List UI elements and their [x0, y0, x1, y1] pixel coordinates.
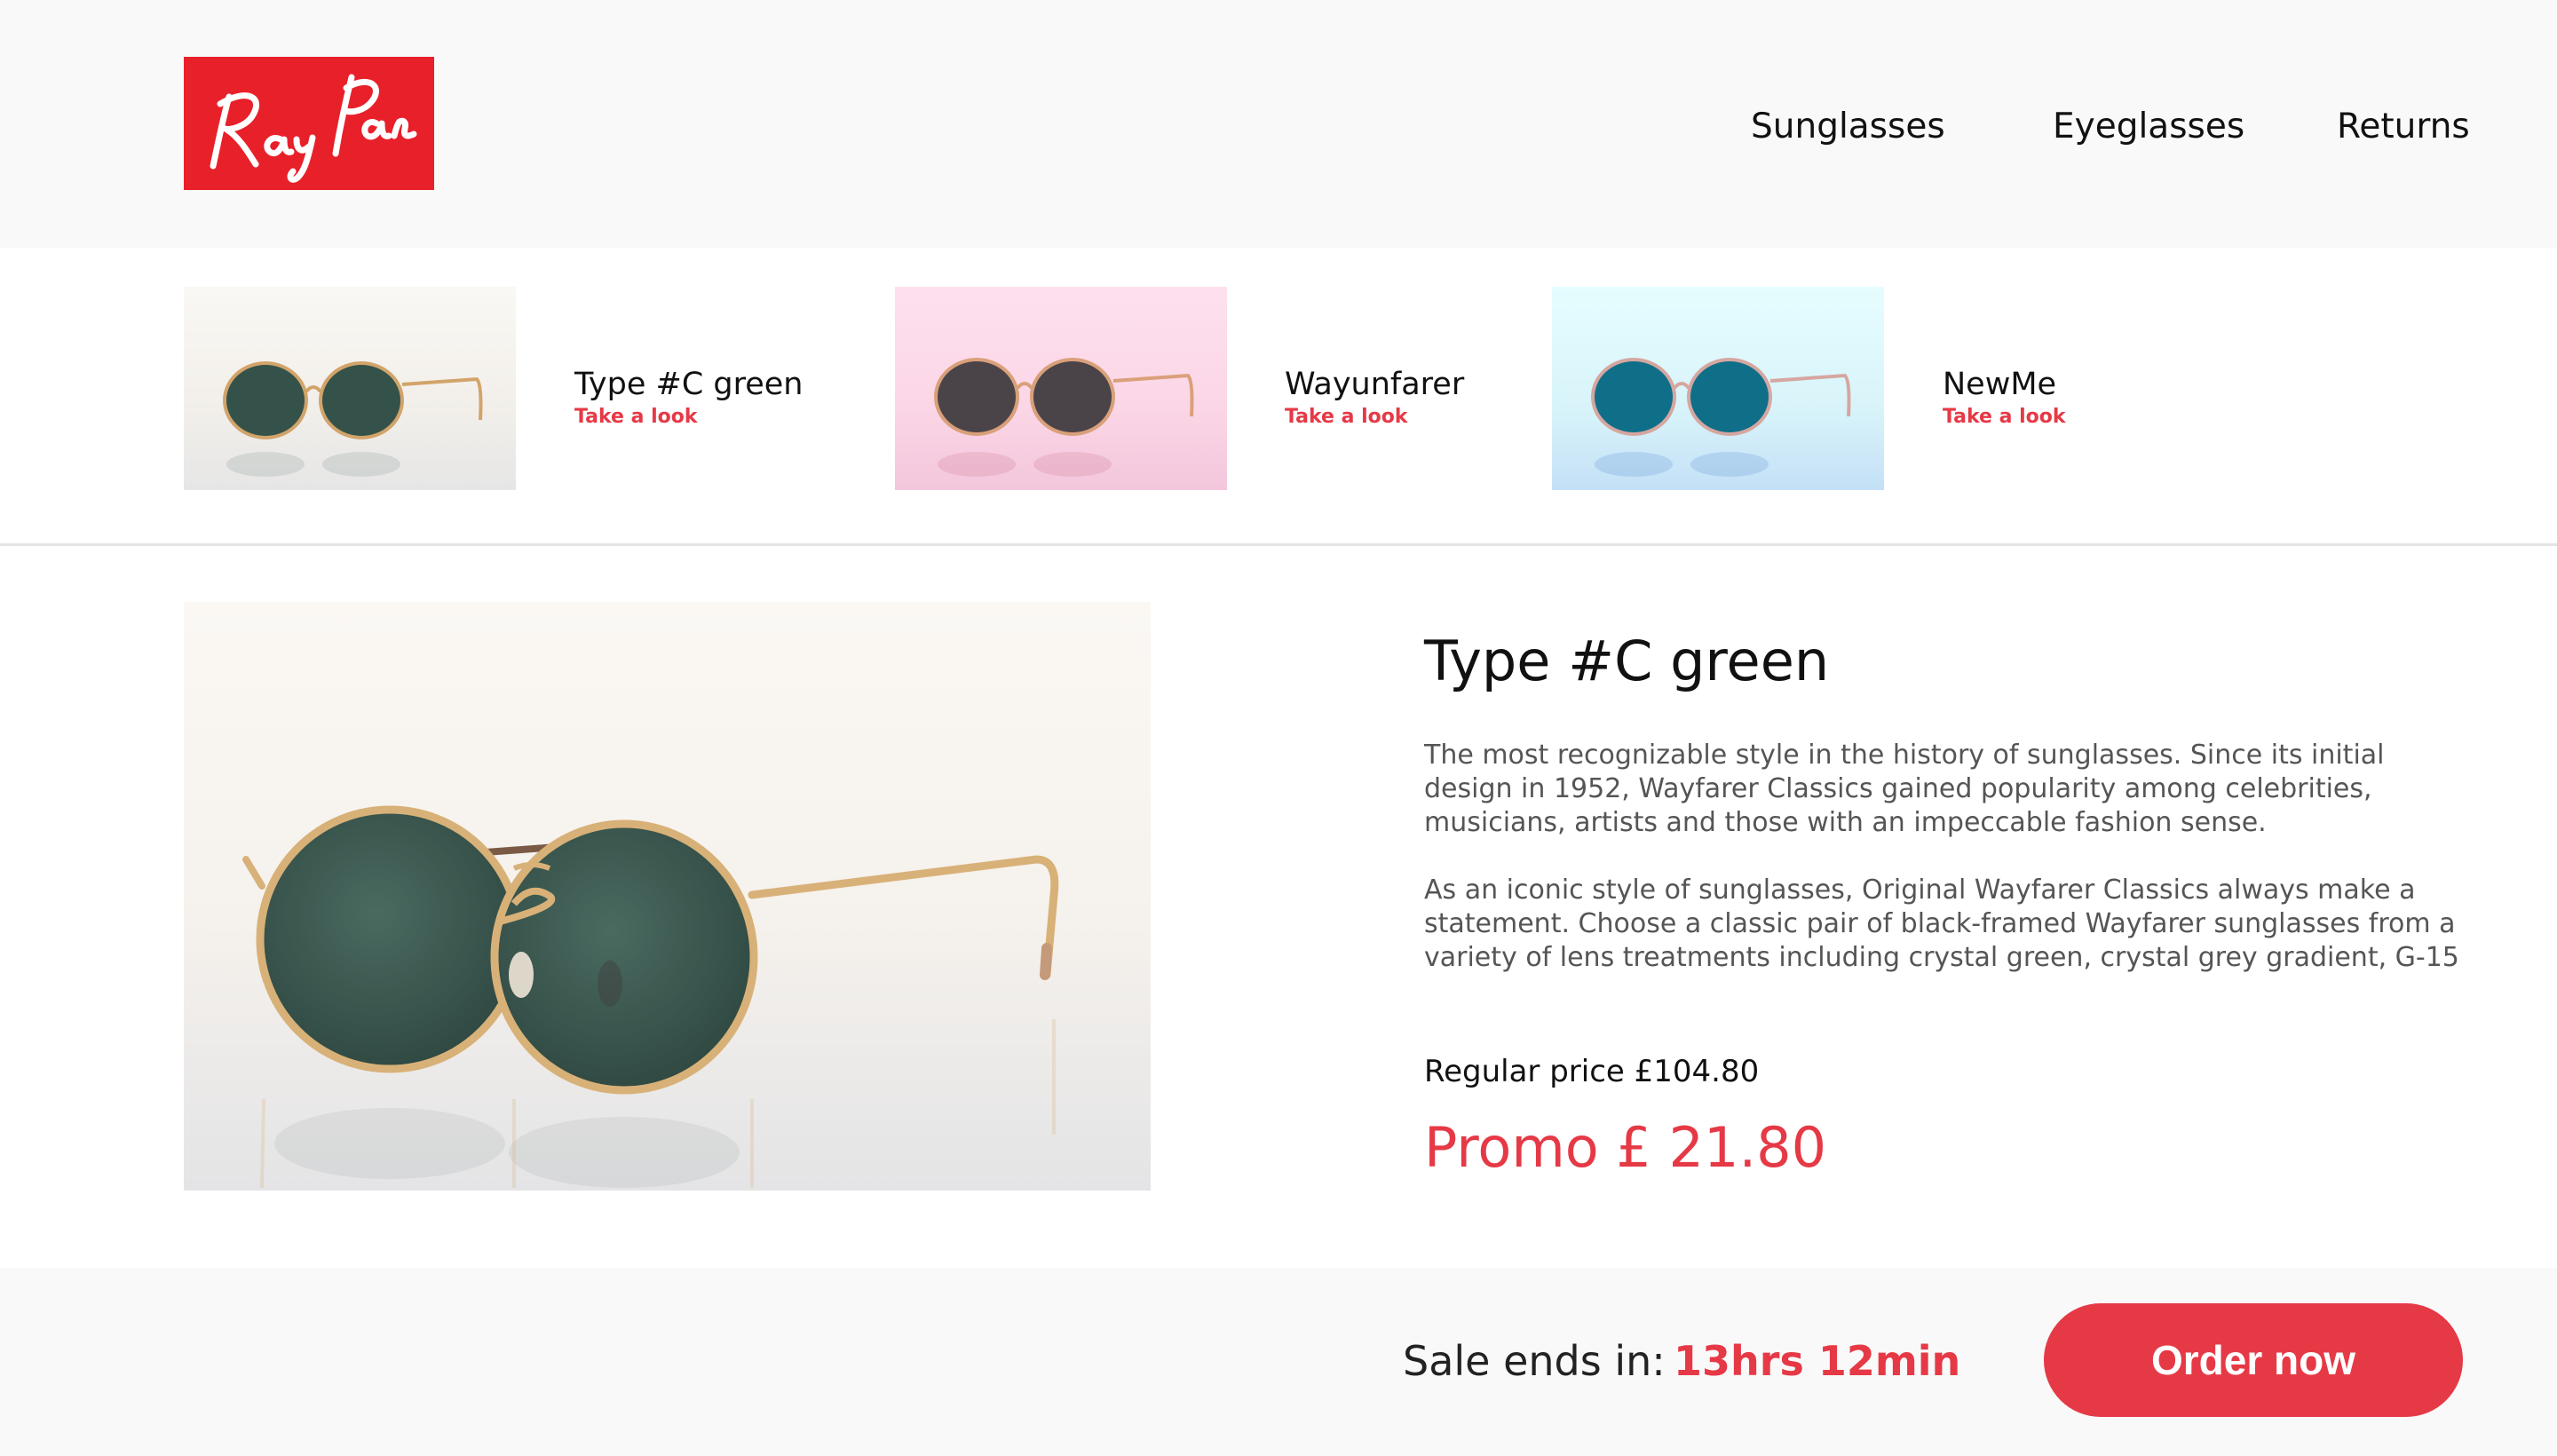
product-thumb-wayunfarer[interactable] [895, 287, 1227, 490]
take-a-look-link[interactable]: Take a look [1943, 405, 2066, 430]
sale-ends-label: Sale ends in: [1403, 1337, 1666, 1385]
order-now-button[interactable]: Order now [2044, 1303, 2463, 1417]
product-thumb-title: NewMe [1943, 367, 2057, 402]
glasses-grey-icon [895, 287, 1227, 490]
product-thumb-title: Type #C green [574, 367, 804, 402]
glasses-blue-icon [1552, 287, 1884, 490]
product-description-1: The most recognizable style in the histo… [1424, 740, 2385, 838]
product-description-2: As an iconic style of sunglasses, Origin… [1424, 874, 2459, 973]
regular-price: Regular price £104.80 [1424, 1054, 1760, 1089]
product-main-image [184, 602, 1151, 1191]
take-a-look-link[interactable]: Take a look [574, 405, 698, 430]
glasses-green-icon [184, 287, 516, 490]
brand-logo[interactable] [184, 57, 434, 190]
sale-countdown: 13hrs 12min [1674, 1337, 1961, 1385]
promo-price: Promo £ 21.80 [1424, 1115, 1827, 1180]
product-thumb-title: Wayunfarer [1285, 367, 1465, 402]
divider [0, 543, 2557, 546]
nav-returns[interactable]: Returns [2337, 105, 2470, 149]
product-thumb-type-c-green[interactable] [184, 287, 516, 490]
take-a-look-link[interactable]: Take a look [1285, 405, 1408, 430]
glasses-large-icon [184, 602, 1151, 1191]
nav-eyeglasses[interactable]: Eyeglasses [2053, 105, 2244, 149]
product-title: Type #C green [1424, 629, 1830, 693]
product-thumb-newme[interactable] [1552, 287, 1884, 490]
nav-sunglasses[interactable]: Sunglasses [1751, 105, 1945, 149]
ray-pan-logo-icon [210, 74, 417, 183]
